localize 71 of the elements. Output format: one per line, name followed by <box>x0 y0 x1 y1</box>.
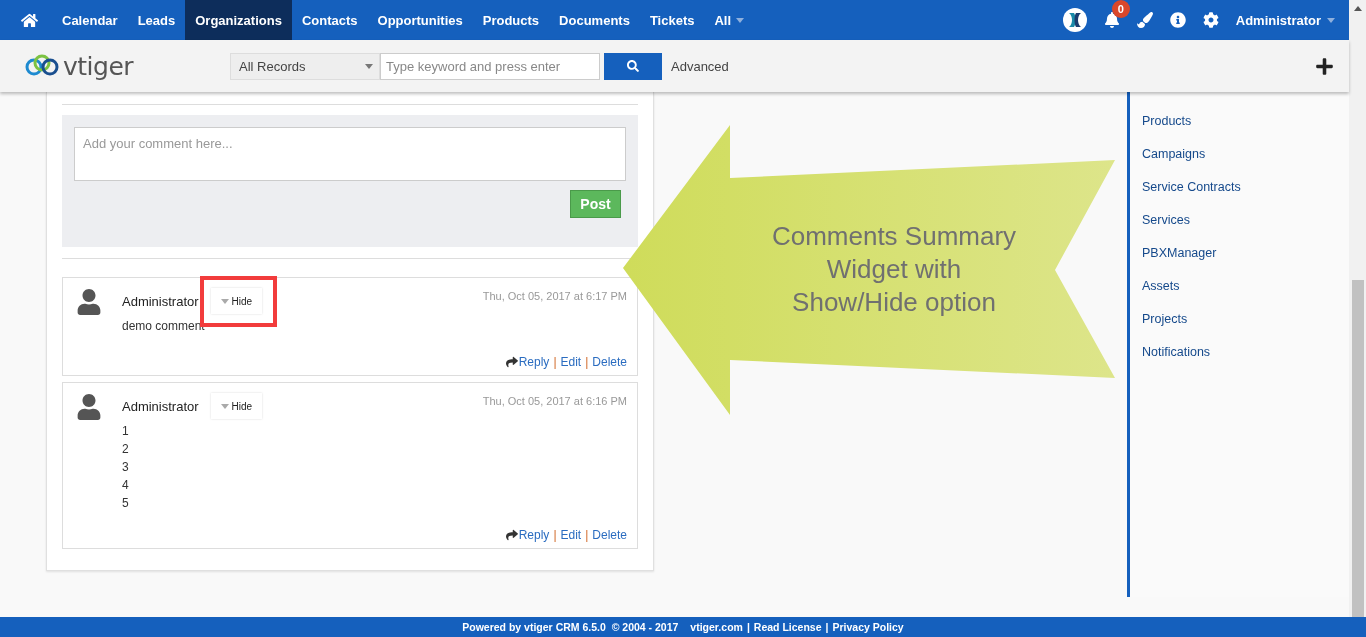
comment-text: 2 <box>122 441 129 458</box>
search-button[interactable] <box>604 52 662 80</box>
nav-tab[interactable]: Contacts <box>291 0 368 40</box>
separator: | <box>585 355 589 369</box>
comment-field[interactable]: Add your comment here... <box>74 127 626 181</box>
sidebar-link[interactable]: PBXManager <box>1142 245 1217 262</box>
caret-icon <box>736 17 745 23</box>
separator: | <box>825 621 829 633</box>
nav-tab[interactable]: Products <box>472 0 550 40</box>
comment-text: 5 <box>122 495 129 512</box>
sidebar-link[interactable]: Notifications <box>1142 344 1211 361</box>
records-dropdown[interactable]: All Records <box>230 52 380 80</box>
nav-tab[interactable]: Tickets <box>639 0 705 40</box>
app-logo-icon[interactable] <box>1062 8 1087 32</box>
comment-author: Administrator <box>122 398 199 414</box>
search-icon <box>627 60 639 72</box>
nav-tab[interactable]: Opportunities <box>367 0 473 40</box>
sidebar-link[interactable]: Products <box>1142 113 1192 130</box>
comment-action-link[interactable]: Reply <box>505 355 550 369</box>
sidebar-link[interactable]: Assets <box>1142 278 1180 295</box>
caret-icon <box>1327 17 1335 23</box>
footer-text: Powered by vtiger CRM 6.5.0 © 2004 - 2017 <box>462 621 679 633</box>
nav-tab[interactable]: Calendar <box>52 0 128 40</box>
footer-link[interactable]: Privacy Policy <box>832 621 904 633</box>
add-icon[interactable] <box>1315 56 1334 76</box>
separator: | <box>553 528 557 542</box>
scrollbar[interactable] <box>1349 0 1366 617</box>
comment-action-link[interactable]: Delete <box>592 355 627 369</box>
hide-toggle-button[interactable]: Hide <box>210 393 263 419</box>
footer-link[interactable]: Read License <box>753 621 822 633</box>
nav-tab[interactable]: Documents <box>549 0 640 40</box>
caret-icon <box>220 298 229 304</box>
search-field[interactable]: Type keyword and press enter <box>380 52 600 80</box>
comment-text: 4 <box>122 477 129 494</box>
nav-tab[interactable]: Organizations <box>185 0 292 40</box>
callout-text: Widget with <box>826 253 962 286</box>
comment-action-link[interactable]: Edit <box>560 355 582 369</box>
info-icon[interactable] <box>1169 12 1186 28</box>
comment-action-link[interactable]: Delete <box>592 528 627 542</box>
sidebar-link[interactable]: Campaigns <box>1142 146 1206 163</box>
comment-text: 1 <box>122 423 129 440</box>
comment-action-link[interactable]: Reply <box>505 528 550 542</box>
separator: | <box>746 621 750 633</box>
comment-timestamp: Thu, Oct 05, 2017 at 6:16 PM <box>482 395 627 407</box>
caret-icon <box>220 403 229 409</box>
callout-text: Comments Summary <box>771 220 1017 253</box>
sidebar-link[interactable]: Service Contracts <box>1142 179 1241 196</box>
comment-text: 3 <box>122 459 129 476</box>
advanced-search-link[interactable]: Advanced <box>671 58 729 74</box>
comment-action-link[interactable]: Edit <box>560 528 582 542</box>
user-menu[interactable]: Administrator <box>1235 12 1335 28</box>
sidebar-link[interactable]: Services <box>1142 212 1190 229</box>
separator: | <box>585 528 589 542</box>
nav-tab[interactable]: Leads <box>127 0 186 40</box>
sidebar-link[interactable]: Projects <box>1142 311 1188 328</box>
separator: | <box>553 355 557 369</box>
paintbrush-icon[interactable] <box>1136 12 1153 28</box>
logo-wordmark: vtiger <box>63 51 134 81</box>
scroll-up-arrow-icon[interactable] <box>1353 6 1362 11</box>
caret-icon <box>365 63 373 69</box>
nav-tab[interactable]: All <box>704 0 755 40</box>
footer-link[interactable]: vtiger.com <box>690 621 743 633</box>
settings-icon[interactable] <box>1202 12 1219 28</box>
bell-icon[interactable] <box>1103 12 1120 28</box>
reply-arrow-icon <box>505 529 518 541</box>
comment-timestamp: Thu, Oct 05, 2017 at 6:17 PM <box>482 290 627 302</box>
callout-text: Show/Hide option <box>792 286 996 319</box>
hide-toggle-button[interactable]: Hide <box>210 288 263 314</box>
comment-author: Administrator <box>122 293 199 309</box>
reply-arrow-icon <box>505 356 518 368</box>
notification-badge: 0 <box>1111 0 1130 18</box>
